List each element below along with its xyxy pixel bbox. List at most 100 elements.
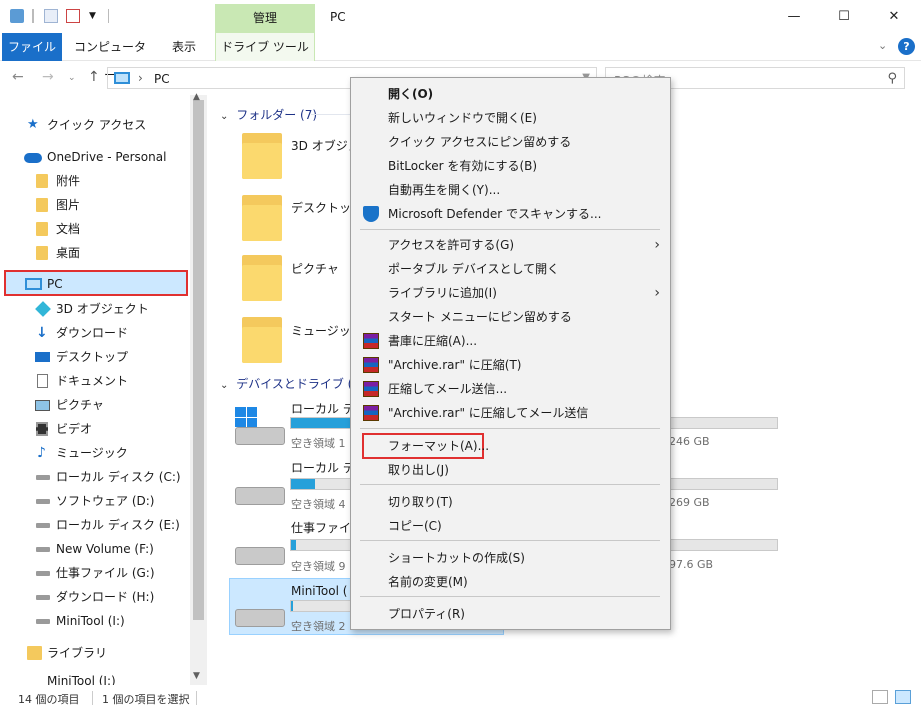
sidebar-item-documents[interactable]: ドキュメント [0,369,190,393]
menu-item-compress-email[interactable]: 圧縮してメール送信... [351,378,670,400]
tab-file[interactable]: ファイル [2,33,62,61]
menu-item-pin-quick-access[interactable]: クイック アクセスにピン留めする [351,131,670,153]
menu-separator [360,229,660,230]
scrollbar-thumb[interactable] [193,100,204,620]
details-view-icon[interactable] [872,690,888,704]
menu-item-rename[interactable]: 名前の変更(M) [351,571,670,593]
folder-icon[interactable] [242,195,282,241]
chevron-down-icon: ⌄ [220,380,229,391]
menu-item-create-shortcut[interactable]: ショートカットの作成(S) [351,547,670,569]
sidebar-item-downloads[interactable]: ↓ ダウンロード [0,321,190,345]
sidebar-item-libraries[interactable]: ライブラリ [0,641,190,665]
sidebar-item-pc[interactable]: PC [0,272,190,296]
chevron-down-icon: ⌄ [220,111,229,122]
sidebar-item-drive-d[interactable]: ソフトウェア (D:) [0,489,190,513]
recent-chevron-icon[interactable]: ⌄ [68,73,76,83]
context-menu: 開く(O) 新しいウィンドウで開く(E) クイック アクセスにピン留めする Bi… [350,77,671,630]
drive-icon[interactable] [235,487,285,505]
menu-item-properties[interactable]: プロパティ(R) [351,603,670,625]
sidebar-item-drive-i[interactable]: MiniTool (I:) [0,609,190,633]
drive-icon[interactable] [235,547,285,565]
folder-icon [36,222,48,236]
drive-label[interactable]: MiniTool ( [291,584,347,598]
close-button[interactable]: ✕ [871,0,917,33]
chevron-down-icon[interactable]: ▼ [89,9,103,23]
folder-icon[interactable] [242,255,282,301]
divider [92,691,93,705]
minimize-button[interactable]: — [771,0,817,33]
folder-label[interactable]: ピクチャ [291,260,339,277]
drive-free-text: 空き領域 9 [291,560,346,573]
folder-icon [36,198,48,212]
sidebar-item-drive-c[interactable]: ローカル ディスク (C:) [0,465,190,489]
menu-item-cut[interactable]: 切り取り(T) [351,491,670,513]
drive-free-text: 空き領域 2 [291,620,346,633]
menu-item-give-access[interactable]: アクセスを許可する(G) › [351,234,670,256]
tab-drive-tools[interactable]: ドライブ ツール [215,33,315,61]
tab-computer[interactable]: コンピューター [70,33,150,82]
menu-item-compress-rar-email[interactable]: "Archive.rar" に圧縮してメール送信 [351,402,670,424]
menu-item-pin-start[interactable]: スタート メニューにピン留めする [351,306,670,328]
menu-item-defender-scan[interactable]: Microsoft Defender でスキャンする... [351,203,670,225]
windows-logo-icon [235,407,257,427]
help-icon[interactable]: ? [898,38,915,55]
sidebar-item-folder[interactable]: 图片 [0,193,190,217]
sidebar-item-drive-e[interactable]: ローカル ディスク (E:) [0,513,190,537]
devices-group-header[interactable]: ⌄ デバイスとドライブ (7) [220,375,365,392]
menu-separator [360,484,660,485]
winrar-icon [363,357,379,373]
menu-item-bitlocker[interactable]: BitLocker を有効にする(B) [351,155,670,177]
drive-icon[interactable] [235,609,285,627]
sidebar-item-desktop[interactable]: デスクトップ [0,345,190,369]
sidebar-item-drive-g[interactable]: 仕事ファイル (G:) [0,561,190,585]
menu-item-add-library[interactable]: ライブラリに追加(I) › [351,282,670,304]
new-folder-icon[interactable] [44,9,58,23]
large-icons-view-icon[interactable] [895,690,911,704]
chevron-down-icon[interactable]: ⌄ [878,39,887,52]
menu-item-add-archive-rar[interactable]: "Archive.rar" に圧縮(T) [351,354,670,376]
properties-icon[interactable] [10,9,24,23]
menu-item-open-new-window[interactable]: 新しいウィンドウで開く(E) [351,107,670,129]
sidebar-item-partial[interactable]: MiniTool (I:) [0,673,190,685]
sidebar-item-drive-f[interactable]: New Volume (F:) [0,537,190,561]
sidebar-item-folder[interactable]: 附件 [0,169,190,193]
up-arrow-icon[interactable]: ↑ [88,69,100,85]
menu-item-add-archive[interactable]: 書庫に圧縮(A)... [351,330,670,352]
menu-item-format[interactable]: フォーマット(A)... [351,435,670,457]
sidebar-item-folder[interactable]: 桌面 [0,241,190,265]
forward-arrow-icon[interactable]: → [42,69,54,85]
sidebar-item-onedrive[interactable]: OneDrive - Personal [0,145,190,169]
back-arrow-icon[interactable]: ← [12,69,24,85]
breadcrumb[interactable]: PC [154,72,170,86]
manage-tab[interactable]: 管理 [215,4,315,33]
drive-usage-fill [291,540,296,550]
scroll-up-icon[interactable]: ▲ [193,92,200,102]
menu-item-copy[interactable]: コピー(C) [351,515,670,537]
menu-item-autoplay[interactable]: 自動再生を開く(Y)... [351,179,670,201]
menu-item-eject[interactable]: 取り出し(J) [351,459,670,481]
drive-free-text: 空き領域 1 [291,437,346,450]
sidebar-item-pictures[interactable]: ピクチャ [0,393,190,417]
folders-group-header[interactable]: ⌄ フォルダー (7) [220,106,317,123]
breadcrumb-chevron-icon[interactable]: › [138,71,143,85]
navigation-pane: ★ クイック アクセス OneDrive - Personal 附件 图片 文档… [0,92,210,685]
checklist-icon[interactable] [66,9,80,23]
tab-view[interactable]: 表示 [160,33,208,61]
maximize-button[interactable]: ☐ [821,0,867,33]
sidebar-item-videos[interactable]: ビデオ [0,417,190,441]
scroll-down-icon[interactable]: ▼ [193,671,200,681]
sidebar-item-3d-objects[interactable]: 3D オブジェクト [0,297,190,321]
folder-icon[interactable] [242,133,282,179]
divider [196,691,197,705]
menu-item-open[interactable]: 開く(O) [351,83,670,105]
music-note-icon: ♪ [37,445,46,461]
folder-icon[interactable] [242,317,282,363]
sidebar-item-folder[interactable]: 文档 [0,217,190,241]
sidebar-item-quick-access[interactable]: ★ クイック アクセス [0,113,190,137]
drive-icon [36,595,50,600]
library-icon [27,646,42,660]
sidebar-item-drive-h[interactable]: ダウンロード (H:) [0,585,190,609]
drive-icon[interactable] [235,427,285,445]
sidebar-item-music[interactable]: ♪ ミュージック [0,441,190,465]
menu-item-portable-device[interactable]: ポータブル デバイスとして開く [351,258,670,280]
